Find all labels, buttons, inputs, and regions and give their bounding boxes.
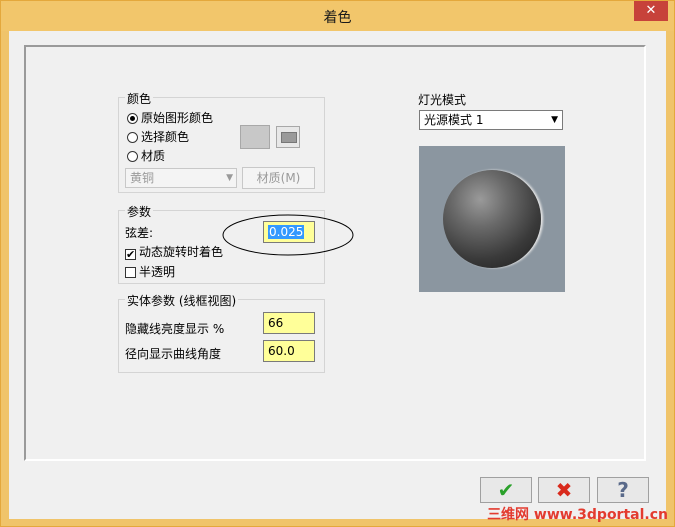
cancel-button[interactable]: ✖ [538,477,590,503]
material-select-value: 黄铜 [130,171,155,185]
chevron-down-icon: ▼ [551,115,558,125]
ok-button[interactable]: ✔ [480,477,532,503]
window-title: 着色 [323,10,352,26]
radio-label-select: 选择颜色 [141,130,190,144]
close-button[interactable]: ✕ [634,1,668,21]
shading-dialog: 着色 ✕ 颜色 原始图形颜色 选择颜色 材质 黄铜 ▼ 材质(M) 参数 弦差:… [0,0,675,527]
help-button[interactable]: ? [597,477,649,503]
radio-select-color[interactable]: 选择颜色 [127,129,189,145]
shading-preview [419,146,565,292]
preview-sphere [443,170,541,268]
radio-dot-original[interactable] [127,113,138,124]
radio-dot-select[interactable] [127,132,138,143]
hidden-line-input[interactable]: 66 [263,312,315,334]
radial-angle-input[interactable]: 60.0 [263,340,315,362]
dynamic-shading-checkbox[interactable]: ✔ 动态旋转时着色 [125,244,223,260]
color-group: 颜色 原始图形颜色 选择颜色 材质 黄铜 ▼ 材质(M) [118,90,325,193]
color-group-label: 颜色 [125,90,154,107]
radio-label-original: 原始图形颜色 [141,111,214,125]
chevron-down-icon: ▼ [226,173,233,183]
solid-params-label: 实体参数 (线框视图) [125,292,239,309]
check-icon: ✔ [497,478,515,502]
dialog-client: 颜色 原始图形颜色 选择颜色 材质 黄铜 ▼ 材质(M) 参数 弦差: 0.02… [9,31,666,519]
x-icon: ✖ [555,478,573,502]
chord-label: 弦差: [125,226,154,240]
dynamic-shading-label: 动态旋转时着色 [139,245,224,259]
color-swatch [240,125,270,149]
light-mode-value: 光源模式 1 [424,113,484,127]
radio-dot-material[interactable] [127,151,138,162]
color-picker-button[interactable] [276,126,300,148]
hidden-line-label: 隐藏线亮度显示 % [125,322,225,336]
radio-material[interactable]: 材质 [127,148,165,164]
material-select[interactable]: 黄铜 ▼ [125,168,237,188]
light-mode-select[interactable]: 光源模式 1 ▼ [419,110,563,130]
params-group-label: 参数 [125,203,154,220]
checkbox-box[interactable] [125,267,136,278]
radio-original-color[interactable]: 原始图形颜色 [127,110,213,126]
translucent-checkbox[interactable]: 半透明 [125,264,175,280]
annotation-ellipse [222,214,354,256]
solid-params-group: 实体参数 (线框视图) 隐藏线亮度显示 % 66 径向显示曲线角度 60.0 [118,292,325,373]
radio-label-material: 材质 [141,149,166,163]
title-bar[interactable]: 着色 ✕ [1,1,674,31]
translucent-label: 半透明 [139,265,176,279]
checkmark-icon[interactable]: ✔ [125,249,136,260]
content-panel: 颜色 原始图形颜色 选择颜色 材质 黄铜 ▼ 材质(M) 参数 弦差: 0.02… [24,45,646,461]
question-icon: ? [617,478,629,502]
radial-angle-label: 径向显示曲线角度 [125,347,222,361]
material-button[interactable]: 材质(M) [242,167,315,189]
watermark: 三维网 www.3dportal.cn [487,507,668,523]
light-mode-label: 灯光模式 [418,93,467,107]
color-picker-icon [281,132,297,143]
